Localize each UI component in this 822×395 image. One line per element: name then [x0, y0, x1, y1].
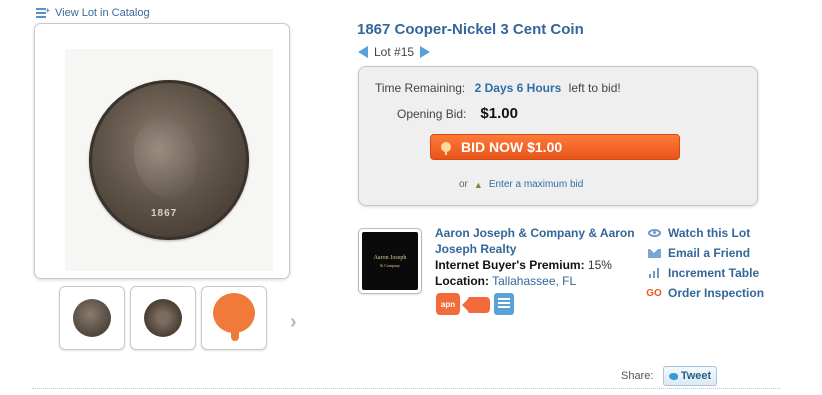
mail-icon [647, 247, 661, 259]
buyers-premium-value: 15% [587, 258, 612, 272]
apn-badge-icon[interactable]: apn [436, 293, 460, 315]
coin-reverse-thumb [144, 299, 182, 337]
logo-line-2: & Company [380, 262, 400, 268]
eye-icon [647, 227, 661, 239]
tweet-button[interactable]: Tweet [663, 366, 717, 386]
order-inspection-label: Order Inspection [668, 286, 765, 300]
speech-bubble-icon [211, 293, 257, 343]
order-inspection-link[interactable]: GO Order Inspection [646, 285, 765, 301]
lot-title: 1867 Cooper-Nickel 3 Cent Coin [357, 21, 584, 38]
chevron-right-icon[interactable]: › [290, 311, 297, 334]
opening-bid-label: Opening Bid: [397, 106, 467, 121]
email-friend-label: Email a Friend [668, 246, 751, 260]
seller-info: Aaron Joseph & Company & Aaron Joseph Re… [435, 225, 640, 289]
photo-canvas: 1867 [65, 49, 273, 271]
opening-bid-row: Opening Bid: $1.00 [397, 105, 518, 122]
footer-divider [32, 388, 780, 389]
logo-line-1: Aaron Joseph [373, 254, 407, 261]
lot-actions: Watch this Lot Email a Friend Increment … [646, 225, 765, 301]
bid-now-label: BID NOW $1.00 [461, 139, 563, 155]
tag-badge-icon[interactable] [462, 293, 490, 315]
time-remaining-suffix: left to bid! [568, 81, 621, 95]
thumbnail-speech-bubble[interactable] [201, 286, 267, 350]
seller-badges: apn [436, 293, 514, 315]
lot-navigation: Lot #15 [358, 45, 431, 59]
time-remaining-value: 2 Days 6 Hours [474, 81, 562, 95]
tweet-label: Tweet [680, 370, 712, 382]
watch-lot-label: Watch this Lot [668, 226, 751, 240]
document-badge-icon[interactable] [494, 293, 514, 315]
opening-bid-value: $1.00 [480, 105, 518, 122]
coin-obverse-thumb [73, 299, 111, 337]
coin-portrait [134, 118, 196, 198]
view-lot-in-catalog-link[interactable]: + View Lot in Catalog [36, 6, 150, 19]
location-label: Location: [435, 274, 489, 288]
increment-table-label: Increment Table [668, 266, 760, 280]
next-lot-arrow-icon[interactable] [420, 46, 431, 58]
bid-panel: Time Remaining: 2 Days 6 Hours left to b… [358, 66, 758, 206]
list-icon: + [36, 6, 50, 18]
max-bid-row: or ▲ Enter a maximum bid [459, 179, 583, 190]
increment-table-link[interactable]: Increment Table [647, 265, 764, 281]
previous-lot-arrow-icon[interactable] [358, 46, 368, 58]
or-label: or [459, 179, 468, 190]
email-friend-link[interactable]: Email a Friend [647, 245, 764, 261]
buyers-premium-label: Internet Buyer's Premium: [435, 258, 585, 272]
seller-logo[interactable]: Aaron Joseph & Company [358, 228, 422, 294]
main-lot-photo[interactable]: 1867 [34, 23, 290, 279]
time-remaining-label: Time Remaining: [375, 81, 466, 95]
enter-max-bid-link[interactable]: Enter a maximum bid [489, 179, 583, 190]
pin-icon [441, 142, 451, 155]
bar-chart-icon [647, 267, 661, 279]
watch-lot-link[interactable]: Watch this Lot [647, 225, 764, 241]
share-label: Share: [621, 370, 654, 382]
twitter-bird-icon [668, 372, 678, 380]
seller-logo-image: Aaron Joseph & Company [362, 232, 418, 290]
go-icon: GO [646, 287, 662, 299]
view-lot-label: View Lot in Catalog [55, 7, 150, 19]
thumbnail-reverse[interactable] [130, 286, 196, 350]
coin-image: 1867 [89, 80, 249, 240]
buyers-premium-row: Internet Buyer's Premium: 15% [435, 257, 640, 273]
time-remaining-row: Time Remaining: 2 Days 6 Hours left to b… [375, 81, 621, 95]
bid-now-button[interactable]: BID NOW $1.00 [430, 134, 680, 160]
up-arrow-icon: ▲ [473, 179, 483, 190]
coin-date: 1867 [151, 208, 178, 219]
thumbnail-obverse[interactable] [59, 286, 125, 350]
lot-number: Lot #15 [374, 45, 415, 59]
seller-name-link[interactable]: Aaron Joseph & Company & Aaron Joseph Re… [435, 225, 640, 257]
location-row: Location: Tallahassee, FL [435, 273, 640, 289]
location-value: Tallahassee, FL [492, 274, 577, 288]
